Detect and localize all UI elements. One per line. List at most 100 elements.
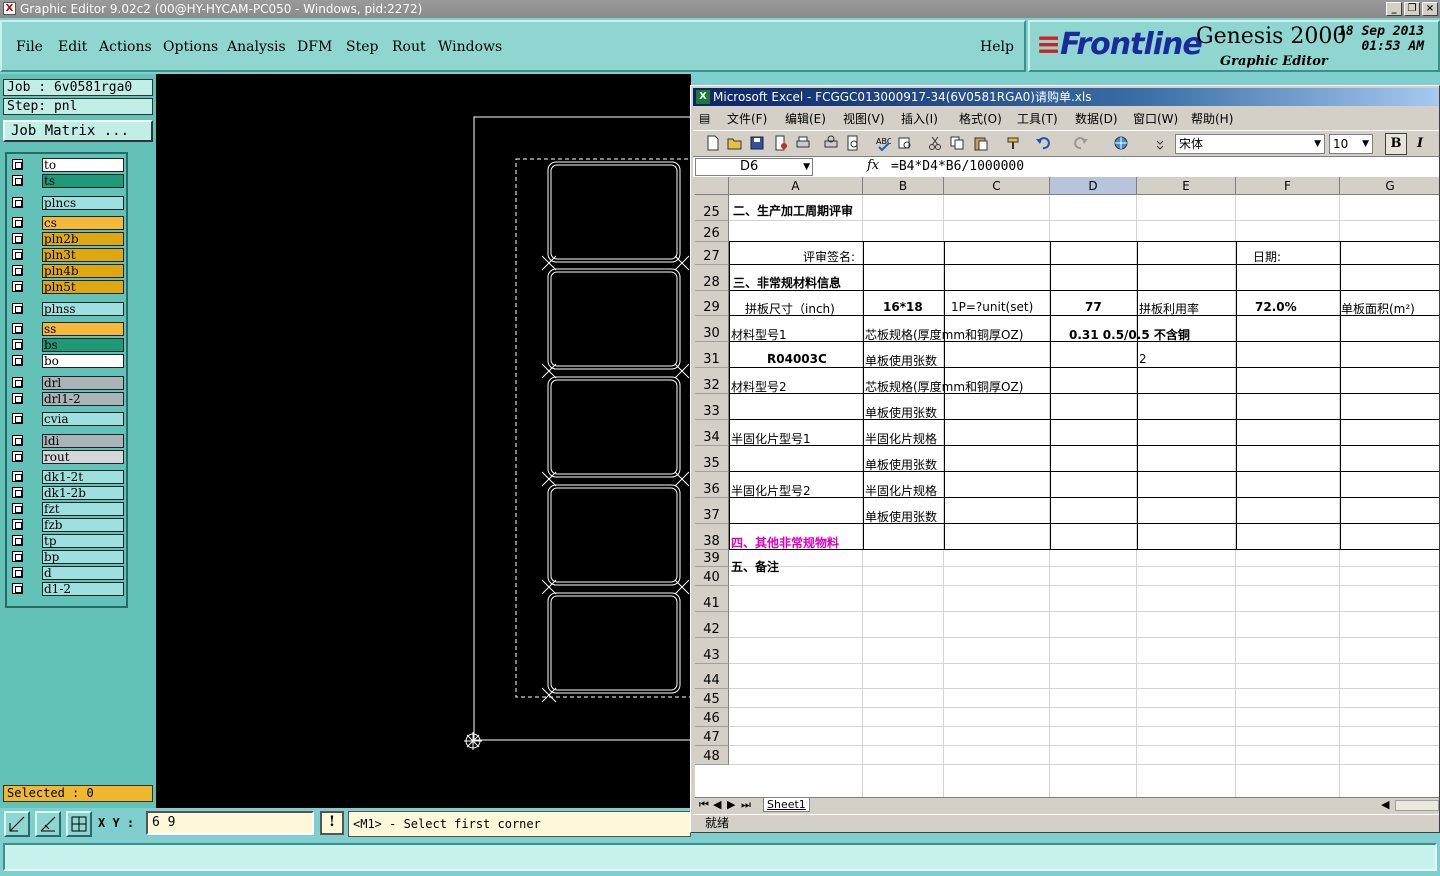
column-header[interactable]: B <box>863 177 944 195</box>
layer-checkbox[interactable] <box>12 435 23 446</box>
layer-checkbox[interactable] <box>12 471 23 482</box>
layer-checkbox[interactable] <box>12 339 23 350</box>
cell-r34b[interactable]: 半固化片规格 <box>865 430 937 447</box>
row-header[interactable]: 35 <box>695 446 729 472</box>
row-header[interactable]: 26 <box>695 221 729 242</box>
copy-icon[interactable] <box>949 135 965 151</box>
layer-row[interactable]: ts <box>7 174 127 188</box>
font-size-select[interactable]: 10 ▼ <box>1329 134 1373 154</box>
excel-menu-window[interactable]: 窗口(W) <box>1133 110 1178 127</box>
prev-sheet-icon[interactable]: ◀ <box>713 798 721 811</box>
layer-row[interactable]: fzt <box>7 502 127 516</box>
formula-input[interactable]: =B4*D4*B6/1000000 <box>891 158 1024 176</box>
menu-file[interactable]: File <box>16 39 43 55</box>
layer-name[interactable]: plncs <box>42 196 124 210</box>
minimize-icon[interactable]: _ <box>1386 2 1402 16</box>
menu-edit[interactable]: Edit <box>58 39 87 55</box>
preview-icon[interactable] <box>845 135 861 151</box>
cell-r30b[interactable]: 芯板规格(厚度mm和铜厚OZ) <box>865 326 1023 343</box>
research-icon[interactable] <box>897 135 913 151</box>
cut-icon[interactable] <box>927 135 943 151</box>
layer-name[interactable]: cvia <box>42 412 124 426</box>
cell-r36b[interactable]: 半固化片规格 <box>865 482 937 499</box>
row-header[interactable]: 47 <box>695 727 729 746</box>
zoom-tool-icon[interactable] <box>4 811 30 837</box>
layer-row[interactable]: cvia <box>7 412 127 426</box>
first-sheet-icon[interactable]: ⏮ <box>699 798 709 812</box>
layer-checkbox[interactable] <box>12 175 23 186</box>
cell-r25[interactable]: 二、生产加工周期评审 <box>733 202 853 219</box>
column-header[interactable]: F <box>1236 177 1340 195</box>
layer-row[interactable]: tp <box>7 534 127 548</box>
next-sheet-icon[interactable]: ▶ <box>727 798 735 811</box>
layer-checkbox[interactable] <box>12 249 23 260</box>
layer-checkbox[interactable] <box>12 567 23 578</box>
cell-r31a[interactable]: R04003C <box>767 352 827 366</box>
italic-button[interactable]: I <box>1409 133 1431 155</box>
hyperlink-icon[interactable] <box>1113 135 1129 151</box>
excel-menu-help[interactable]: 帮助(H) <box>1191 110 1233 127</box>
layer-name[interactable]: ss <box>42 322 124 336</box>
layer-row[interactable]: fzb <box>7 518 127 532</box>
layer-name[interactable]: drl <box>42 376 124 390</box>
excel-menu-view[interactable]: 视图(V) <box>843 110 885 127</box>
cell-r34a[interactable]: 半固化片型号1 <box>731 430 811 447</box>
cell-r33b[interactable]: 单板使用张数 <box>865 404 937 421</box>
spelling-icon[interactable]: ABC <box>875 135 893 152</box>
layer-name[interactable]: pln4b <box>42 264 124 278</box>
cell-r35b[interactable]: 单板使用张数 <box>865 456 937 473</box>
paste-icon[interactable] <box>973 135 989 151</box>
open-icon[interactable] <box>727 135 743 151</box>
layer-name[interactable]: fzb <box>42 518 124 532</box>
layer-name[interactable]: plnss <box>42 302 124 316</box>
layer-checkbox[interactable] <box>12 355 23 366</box>
sheet-tab-sheet1[interactable]: Sheet1 <box>763 798 810 812</box>
cell-r32b[interactable]: 芯板规格(厚度mm和铜厚OZ) <box>865 378 1023 395</box>
menu-rout[interactable]: Rout <box>392 39 426 55</box>
job-matrix-button[interactable]: Job Matrix ... <box>3 120 153 142</box>
layer-checkbox[interactable] <box>12 519 23 530</box>
layer-name[interactable]: pln2b <box>42 232 124 246</box>
layer-checkbox[interactable] <box>12 393 23 404</box>
layer-row[interactable]: cs <box>7 216 127 230</box>
layer-checkbox[interactable] <box>12 535 23 546</box>
column-header[interactable]: A <box>729 177 863 195</box>
layer-row[interactable]: to <box>7 158 127 172</box>
cell-r38[interactable]: 四、其他非常规物料 <box>731 534 839 551</box>
column-header[interactable]: E <box>1137 177 1236 195</box>
row-header[interactable]: 39 <box>695 550 729 567</box>
layer-name[interactable]: drl1-2 <box>42 392 124 406</box>
layer-name[interactable]: to <box>42 158 124 172</box>
cell-r31d[interactable]: 2 <box>1139 352 1147 366</box>
excel-menu-edit[interactable]: 编辑(E) <box>785 110 826 127</box>
menu-options[interactable]: Options <box>163 39 218 55</box>
layer-name[interactable]: fzt <box>42 502 124 516</box>
cell-r32a[interactable]: 材料型号2 <box>731 378 787 395</box>
cell-r31b[interactable]: 单板使用张数 <box>865 352 937 369</box>
excel-menu-file[interactable]: 文件(F) <box>727 110 767 127</box>
column-header[interactable]: G <box>1340 177 1439 195</box>
row-header[interactable]: 42 <box>695 612 729 638</box>
row-header[interactable]: 25 <box>695 195 729 221</box>
excel-menu-tools[interactable]: 工具(T) <box>1017 110 1058 127</box>
layer-name[interactable]: d <box>42 566 124 580</box>
snap-grid-icon[interactable] <box>66 811 92 837</box>
layer-checkbox[interactable] <box>12 217 23 228</box>
fx-icon[interactable]: fx <box>867 158 879 173</box>
cell-r29d[interactable]: 77 <box>1085 300 1102 314</box>
format-painter-icon[interactable] <box>1005 135 1021 151</box>
info-button[interactable]: ! <box>320 811 344 835</box>
row-header[interactable]: 46 <box>695 708 729 727</box>
layer-row[interactable]: ss <box>7 322 127 336</box>
cell-r29a[interactable]: 拼板尺寸（inch) <box>745 300 835 317</box>
cell-r29f[interactable]: 72.0% <box>1255 300 1297 314</box>
new-icon[interactable] <box>705 135 721 151</box>
layer-row[interactable]: d <box>7 566 127 580</box>
row-header[interactable]: 43 <box>695 638 729 664</box>
layer-row[interactable]: plncs <box>7 196 127 210</box>
layer-checkbox[interactable] <box>12 451 23 462</box>
toolbar-options-icon[interactable] <box>1155 135 1165 151</box>
cell-r29g[interactable]: 单板面积(m²) <box>1341 300 1415 317</box>
layer-row[interactable]: ldi <box>7 434 127 448</box>
row-header[interactable]: 44 <box>695 664 729 689</box>
